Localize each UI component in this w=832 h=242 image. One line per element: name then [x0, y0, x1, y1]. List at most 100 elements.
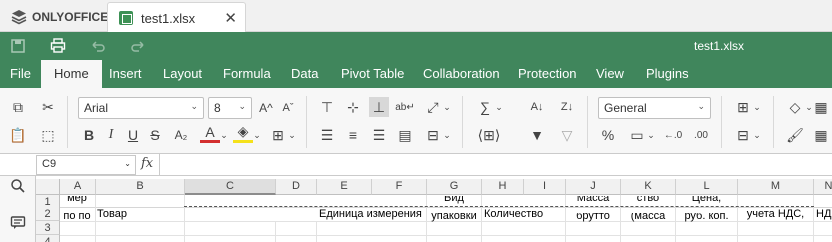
chevron-down-icon: ⌄ [190, 101, 198, 111]
copy-style-icon[interactable]: 🖌 [785, 125, 805, 145]
text-orientation-icon[interactable]: ⤢ [423, 97, 443, 117]
app-logo[interactable]: ONLYOFFICE [11, 9, 108, 25]
menu-insert[interactable]: Insert [109, 66, 142, 81]
print-icon[interactable] [50, 38, 66, 54]
menu-pivot-table[interactable]: Pivot Table [341, 66, 404, 81]
table-icon[interactable]: ▦ [812, 125, 830, 145]
align-right-icon[interactable]: ☰ [369, 125, 389, 145]
menu-home[interactable]: Home [41, 60, 102, 88]
column-header[interactable]: A [60, 179, 96, 195]
wrap-text-icon[interactable]: ab↵ [395, 97, 415, 117]
subscript-button[interactable]: A₂ [168, 125, 194, 145]
insert-cells-icon[interactable]: ⊞ [733, 97, 753, 117]
clear-icon[interactable]: ◇ [785, 97, 805, 117]
menu-protection[interactable]: Protection [518, 66, 577, 81]
row-header[interactable]: 4 [36, 235, 60, 242]
chevron-down-icon[interactable]: ⌄ [251, 125, 263, 145]
italic-button[interactable]: I [101, 125, 121, 145]
column-header[interactable]: L [676, 179, 738, 195]
align-top-icon[interactable]: ⊤ [317, 97, 337, 117]
insert-function-icon[interactable]: fx [141, 156, 153, 171]
increase-font-icon[interactable]: A^ [256, 98, 276, 118]
sort-descending-icon[interactable]: Z↓ [557, 97, 577, 117]
percent-button[interactable]: % [598, 125, 618, 145]
comments-icon[interactable] [10, 215, 26, 231]
decrease-font-icon[interactable]: Aˇ [278, 98, 298, 118]
column-header[interactable]: K [621, 179, 676, 195]
accounting-format-icon[interactable]: ▭ [627, 125, 647, 145]
number-format-select[interactable]: General ⌄ [598, 97, 711, 119]
grid-line [316, 221, 317, 242]
cell-b2-text: Товар [97, 208, 127, 220]
clear-filter-icon[interactable]: ▽ [557, 125, 577, 145]
column-header[interactable]: J [566, 179, 621, 195]
increase-decimal-icon[interactable]: .00 [690, 125, 712, 145]
save-icon[interactable] [10, 38, 26, 54]
chevron-down-icon[interactable]: ⌄ [286, 125, 298, 145]
row-header[interactable]: 2 [36, 207, 60, 221]
sort-ascending-icon[interactable]: A↓ [527, 97, 547, 117]
cell-j2-text: брутто [576, 213, 610, 222]
chevron-down-icon[interactable]: ⌄ [751, 125, 763, 145]
sum-icon[interactable]: ∑ [475, 97, 495, 117]
cell-g2-text: упаковки [431, 213, 477, 222]
cell-a1-text: мер [67, 196, 87, 204]
column-header[interactable]: G [427, 179, 482, 195]
close-tab-icon[interactable]: ✕ [224, 9, 237, 27]
bold-button[interactable]: B [79, 125, 99, 145]
filter-icon[interactable]: ▼ [527, 125, 547, 145]
column-header-selected[interactable]: C [185, 179, 276, 195]
decrease-decimal-icon[interactable]: ←.0 [662, 125, 684, 145]
menu-plugins[interactable]: Plugins [646, 66, 689, 81]
align-middle-icon[interactable]: ⊹ [343, 97, 363, 117]
column-header[interactable]: M [738, 179, 814, 195]
chevron-down-icon[interactable]: ⌄ [441, 97, 453, 117]
column-header[interactable]: D [276, 179, 317, 195]
chevron-down-icon[interactable]: ⌄ [493, 97, 505, 117]
menu-data[interactable]: Data [291, 66, 318, 81]
cell-e2-text: Единица измерения [319, 208, 422, 220]
row-header[interactable]: 3 [36, 221, 60, 235]
named-ranges-icon[interactable]: ⟨⊞⟩ [475, 125, 503, 145]
font-color-button[interactable]: A [200, 123, 220, 143]
strikethrough-button[interactable]: S [145, 125, 165, 145]
font-name-select[interactable]: Arial ⌄ [78, 97, 204, 119]
select-all-corner[interactable] [36, 179, 60, 195]
chevron-down-icon[interactable]: ⌄ [751, 97, 763, 117]
merge-cells-icon[interactable]: ⊟ [423, 125, 443, 145]
menu-formula[interactable]: Formula [223, 66, 271, 81]
delete-cells-icon[interactable]: ⊟ [733, 125, 753, 145]
menu-file[interactable]: File [10, 66, 31, 81]
column-header[interactable]: N [814, 179, 832, 195]
column-header[interactable]: H [482, 179, 524, 195]
cut-icon[interactable]: ✂ [38, 97, 58, 117]
align-bottom-icon[interactable]: ⊥ [369, 97, 389, 117]
align-left-icon[interactable]: ☰ [317, 125, 337, 145]
undo-icon[interactable] [90, 38, 106, 54]
name-box[interactable]: C9 ⌄ [36, 155, 136, 175]
chevron-down-icon[interactable]: ⌄ [645, 125, 657, 145]
column-header[interactable]: B [96, 179, 185, 195]
menu-collaboration[interactable]: Collaboration [423, 66, 500, 81]
font-size-select[interactable]: 8 ⌄ [208, 97, 252, 119]
document-tab[interactable]: test1.xlsx ✕ [107, 2, 246, 32]
select-all-icon[interactable]: ⬚ [38, 125, 58, 145]
paste-icon[interactable]: 📋 [8, 125, 28, 145]
search-icon[interactable] [10, 178, 26, 194]
copy-icon[interactable]: ⧉ [8, 97, 28, 117]
format-as-table-icon[interactable]: ▦ [812, 97, 830, 117]
spreadsheet-grid[interactable]: A B C D E F G H I J K L M N 1 2 3 4 мер … [36, 176, 832, 242]
redo-icon[interactable] [130, 38, 146, 54]
align-center-icon[interactable]: ≡ [343, 125, 363, 145]
menu-view[interactable]: View [596, 66, 624, 81]
column-header[interactable]: F [372, 179, 427, 195]
borders-icon[interactable]: ⊞ [268, 125, 288, 145]
column-header[interactable]: I [524, 179, 566, 195]
underline-button[interactable]: U [123, 125, 143, 145]
align-justify-icon[interactable]: ▤ [395, 125, 415, 145]
chevron-down-icon[interactable]: ⌄ [218, 125, 230, 145]
menu-layout[interactable]: Layout [163, 66, 202, 81]
chevron-down-icon[interactable]: ⌄ [441, 125, 453, 145]
fill-color-icon[interactable]: ◈ [233, 123, 253, 143]
column-header[interactable]: E [317, 179, 372, 195]
